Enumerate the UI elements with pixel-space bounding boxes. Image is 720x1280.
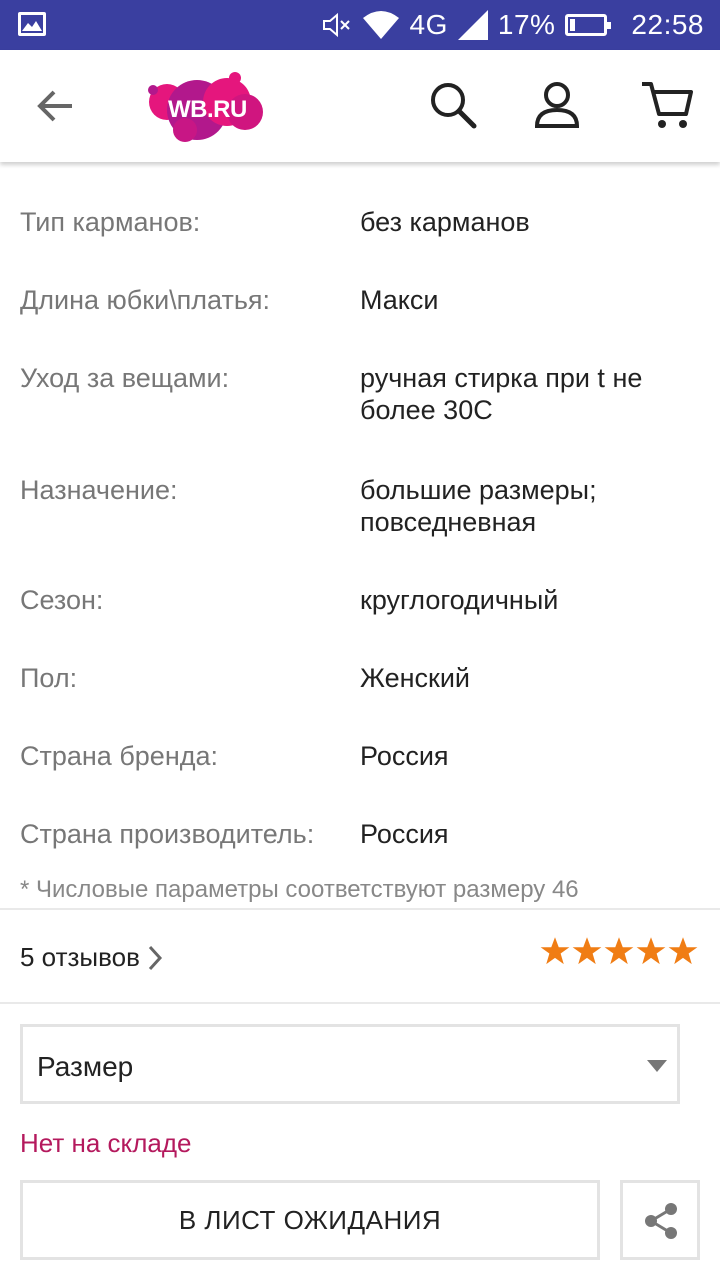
property-label: Тип карманов: xyxy=(20,207,201,237)
gallery-icon xyxy=(18,12,46,36)
stock-status: Нет на складе xyxy=(20,1128,192,1158)
logo-text: WB.RU xyxy=(168,96,247,123)
star-icon xyxy=(540,937,570,965)
chevron-right-icon xyxy=(148,945,162,970)
status-bar: 4G 17% 22:58 xyxy=(0,0,720,50)
wifi-icon xyxy=(362,11,399,39)
property-label: Пол: xyxy=(20,663,78,693)
property-value: Россия xyxy=(360,741,449,771)
search-icon[interactable] xyxy=(428,80,478,130)
size-select-value: Размер xyxy=(37,1051,134,1082)
dropdown-arrow-icon xyxy=(647,1060,667,1072)
cart-icon[interactable] xyxy=(640,80,694,130)
property-value: Россия xyxy=(360,819,449,849)
property-label: Сезон: xyxy=(20,585,104,615)
property-label: Назначение: xyxy=(20,475,178,505)
divider xyxy=(0,908,720,910)
star-icon xyxy=(668,937,698,965)
clock: 22:58 xyxy=(631,9,704,40)
reviews-count: 5 отзывов xyxy=(20,942,140,972)
property-value: круглогодичный xyxy=(360,585,559,615)
property-value: без карманов xyxy=(360,207,530,237)
size-footnote: * Числовые параметры соответствуют разме… xyxy=(20,876,579,903)
property-label: Страна производитель: xyxy=(20,819,315,849)
battery-icon xyxy=(565,14,612,36)
network-type: 4G xyxy=(409,9,448,40)
signal-icon xyxy=(457,10,488,40)
reviews-link[interactable]: 5 отзывов xyxy=(20,942,164,973)
property-label: Уход за вещами: xyxy=(20,363,230,393)
wait-list-button-label: В ЛИСТ ОЖИДАНИЯ xyxy=(178,1204,442,1235)
app-bar: WB.RU xyxy=(0,50,720,162)
property-value: большие размеры; повседневная xyxy=(360,475,597,537)
star-icon xyxy=(572,937,602,965)
size-select[interactable]: Размер xyxy=(20,1024,680,1104)
property-value: Макси xyxy=(360,285,439,315)
profile-icon[interactable] xyxy=(532,80,582,130)
divider xyxy=(0,1002,720,1004)
star-icon xyxy=(604,937,634,965)
battery-percent: 17% xyxy=(497,9,556,40)
share-button[interactable] xyxy=(620,1180,700,1260)
property-label: Длина юбки\платья: xyxy=(20,285,271,315)
share-icon xyxy=(645,1203,677,1239)
status-icons: 4G 17% 22:58 xyxy=(322,0,704,50)
wait-list-button[interactable]: В ЛИСТ ОЖИДАНИЯ xyxy=(20,1180,600,1260)
property-value: Женский xyxy=(360,663,471,693)
star-icon xyxy=(636,937,666,965)
property-label: Страна бренда: xyxy=(20,741,219,771)
back-arrow-icon[interactable] xyxy=(34,86,76,126)
property-value: ручная стирка при t не более 30С xyxy=(360,363,643,425)
mute-icon xyxy=(322,12,350,38)
rating-stars xyxy=(540,936,698,966)
